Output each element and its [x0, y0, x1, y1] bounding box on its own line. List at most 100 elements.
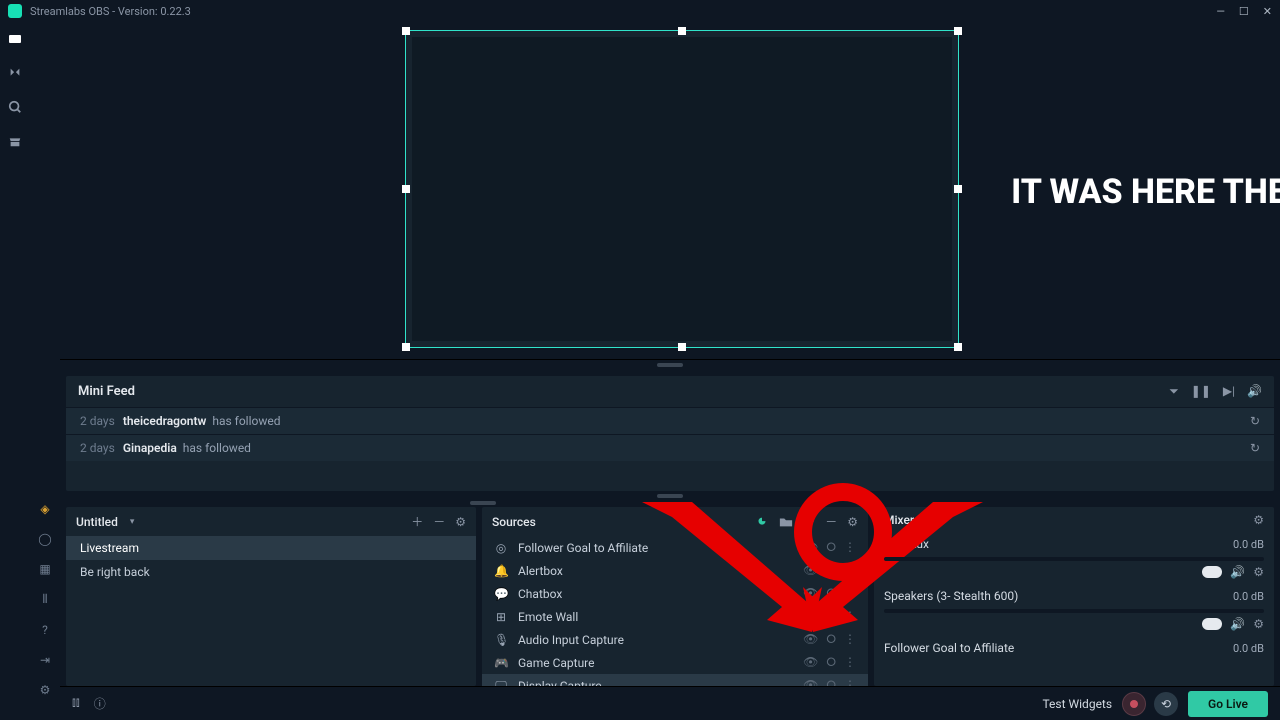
more-icon[interactable]: ⋮ [844, 655, 856, 670]
volume-icon[interactable]: 🔊 [1247, 384, 1262, 399]
preview-canvas[interactable]: IT WAS HERE THE WHOLE TIME -__- [60, 22, 1280, 360]
scenes-title[interactable]: Untitled [76, 515, 118, 529]
resize-handle-icon[interactable] [402, 185, 410, 193]
feed-row: 2 days theicedragontw has followed ↻ [66, 407, 1274, 434]
replay-icon[interactable]: ↻ [1250, 441, 1260, 455]
volume-knob[interactable] [1202, 618, 1222, 630]
visibility-icon[interactable]: 👁 [803, 655, 818, 670]
resize-handle-icon[interactable] [954, 343, 962, 351]
more-icon[interactable]: ⋮ [844, 632, 856, 647]
scene-item[interactable]: Livestream [66, 536, 476, 560]
login-icon[interactable]: ⇥ [40, 653, 50, 667]
replay-buffer-button[interactable]: ⟲ [1154, 692, 1178, 716]
scene-item[interactable]: Be right back [66, 560, 476, 584]
horizontal-resize-grip[interactable] [657, 363, 683, 367]
titlebar: Streamlabs OBS - Version: 0.22.3 ― ☐ ✕ [0, 0, 1280, 22]
volume-slider[interactable] [884, 557, 1264, 561]
pause-icon[interactable]: ❚❚ [1191, 384, 1211, 399]
bars-icon[interactable]: ⦀ [42, 592, 47, 607]
lock-icon[interactable]: ⭘ [826, 655, 836, 670]
source-item[interactable]: 🖵 Display Capture 👁 ⭘ ⋮ [482, 674, 868, 686]
mixer-channel: Follower Goal to Affiliate0.0 dB [884, 641, 1264, 655]
remove-scene-icon[interactable]: － [433, 513, 445, 530]
feed-action: has followed [212, 414, 280, 428]
bell-icon: 🔔 [494, 564, 508, 578]
filter-icon[interactable]: ⏷ [1169, 384, 1179, 399]
source-label: Chatbox [518, 587, 562, 601]
info-icon[interactable]: ⓘ [94, 695, 106, 712]
sources-panel: Sources ＋ － ⚙ ◎Follower Goal to Affiliat… [482, 507, 868, 686]
lock-icon[interactable]: ⭘ [826, 632, 836, 647]
selected-source-bounds[interactable] [405, 30, 959, 348]
lock-icon[interactable]: ⭘ [826, 678, 836, 686]
app-logo-icon [8, 4, 22, 18]
volume-knob[interactable] [1202, 566, 1222, 578]
scene-settings-icon[interactable]: ⚙ [455, 515, 466, 529]
sources-title: Sources [492, 515, 536, 529]
channel-name: Follower Goal to Affiliate [884, 641, 1014, 655]
search-icon[interactable] [6, 98, 24, 116]
chat-icon: 💬 [494, 587, 508, 601]
gamepad-icon: 🎮 [494, 656, 508, 670]
minimize-icon[interactable]: ― [1216, 5, 1225, 18]
skip-icon[interactable]: ▶| [1223, 384, 1235, 399]
resize-handle-icon[interactable] [954, 185, 962, 193]
annotation-text: IT WAS HERE THE WHOLE TIME -__- [1011, 172, 1280, 213]
source-label: Emote Wall [518, 610, 578, 624]
left-sidebar: ◈ ◯ ▦ ⦀ ? ⇥ ⚙ [30, 22, 60, 720]
settings-icon[interactable]: ⚙ [40, 683, 51, 697]
help-icon[interactable]: ? [42, 623, 48, 637]
record-button[interactable] [1122, 692, 1146, 716]
source-label: Game Capture [518, 656, 595, 670]
resize-handle-icon[interactable] [678, 27, 686, 35]
source-label: Alertbox [518, 564, 563, 578]
resize-handle-icon[interactable] [402, 343, 410, 351]
source-item[interactable]: 🎮 Game Capture 👁 ⭘ ⋮ [482, 651, 868, 674]
mixer-settings-icon[interactable]: ⚙ [1253, 513, 1264, 527]
visibility-icon[interactable]: 👁 [803, 678, 818, 686]
chevron-down-icon[interactable]: ▾ [130, 517, 135, 527]
studio-mode-icon[interactable]: ◈ [40, 502, 49, 516]
channel-db: 0.0 dB [1233, 590, 1264, 603]
mini-feed-title: Mini Feed [78, 384, 135, 399]
source-label: Display Capture [518, 679, 602, 687]
window-title: Streamlabs OBS - Version: 0.22.3 [30, 5, 191, 18]
feed-time: 2 days [80, 414, 115, 428]
display-capture-thumbnail [412, 37, 952, 341]
channel-settings-icon[interactable]: ⚙ [1253, 617, 1264, 631]
monitor-icon: 🖵 [494, 678, 508, 686]
channel-db: 0.0 dB [1233, 538, 1264, 551]
test-widgets-button[interactable]: Test Widgets [1042, 697, 1112, 711]
horizontal-resize-grip[interactable] [657, 494, 683, 498]
channel-settings-icon[interactable]: ⚙ [1253, 565, 1264, 579]
resize-handle-icon[interactable] [402, 27, 410, 35]
replay-icon[interactable]: ↻ [1250, 414, 1260, 428]
stats-icon[interactable]: ⫾⫾ [72, 695, 80, 712]
mute-icon[interactable]: 🔊 [1230, 617, 1245, 631]
grid-icon: ⊞ [494, 610, 508, 624]
mini-feed-panel: Mini Feed ⏷ ❚❚ ▶| 🔊 2 days theicedragontw… [66, 376, 1274, 491]
feed-user: theicedragontw [123, 414, 207, 428]
go-live-button[interactable]: Go Live [1188, 691, 1268, 717]
store-icon[interactable] [6, 132, 24, 150]
mute-icon[interactable]: 🔊 [1230, 565, 1245, 579]
visibility-icon[interactable]: 👁 [803, 632, 818, 647]
top-sidebar [0, 22, 30, 720]
bottom-bar: ⫾⫾ ⓘ Test Widgets ⟲ Go Live [60, 686, 1280, 720]
resize-handle-icon[interactable] [954, 27, 962, 35]
feed-time: 2 days [80, 441, 115, 455]
grid-icon[interactable]: ▦ [39, 562, 50, 576]
volume-slider[interactable] [884, 609, 1264, 613]
vertical-resize-grip[interactable] [470, 501, 496, 505]
circle-icon[interactable]: ◯ [38, 532, 51, 546]
editor-tab-icon[interactable] [6, 30, 24, 48]
tools-icon[interactable] [6, 64, 24, 82]
close-icon[interactable]: ✕ [1263, 5, 1272, 18]
maximize-icon[interactable]: ☐ [1239, 5, 1249, 18]
annotation-circle-icon [794, 483, 892, 581]
add-scene-icon[interactable]: ＋ [411, 513, 423, 530]
feed-action: has followed [183, 441, 251, 455]
more-icon[interactable]: ⋮ [844, 678, 856, 686]
source-label: Audio Input Capture [518, 633, 624, 647]
resize-handle-icon[interactable] [678, 343, 686, 351]
